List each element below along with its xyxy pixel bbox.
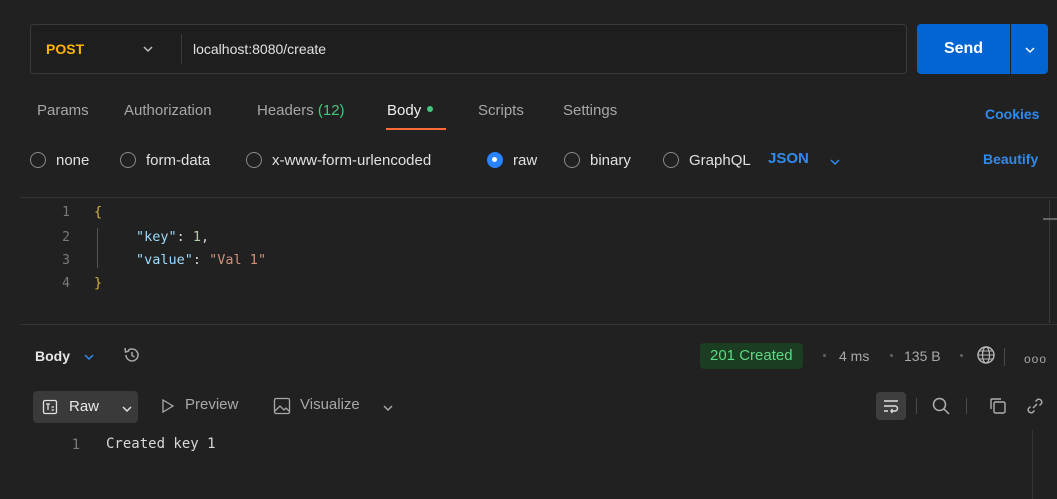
line-number: 2 [62, 230, 70, 245]
response-scrollbar-track [1032, 430, 1033, 499]
chevron-down-icon[interactable] [828, 155, 842, 169]
search-icon[interactable] [931, 396, 951, 416]
body-type-none[interactable]: none [30, 150, 89, 170]
line-number: 1 [62, 205, 70, 220]
view-mode-label: Raw [69, 398, 100, 415]
json-colon: : [192, 252, 210, 268]
body-type-urlencoded[interactable]: x-www-form-urlencoded [246, 150, 431, 170]
json-key: "value" [136, 252, 193, 268]
response-time[interactable]: 4 ms [839, 348, 869, 364]
radio-button[interactable] [30, 152, 46, 168]
separator-dot [960, 354, 963, 357]
language-selector[interactable]: JSON [768, 150, 809, 167]
body-type-binary[interactable]: binary [564, 150, 631, 170]
code-line-1: { [94, 204, 102, 220]
json-string: "Val 1" [209, 252, 267, 268]
body-type-raw[interactable]: raw [487, 150, 537, 170]
divider [966, 398, 967, 414]
radio-label: binary [590, 151, 631, 169]
tab-label: Settings [563, 102, 618, 119]
method-selector[interactable]: POST [46, 25, 84, 73]
wrap-lines-button[interactable] [876, 392, 906, 420]
radio-button[interactable] [564, 152, 580, 168]
code-line-2: "key": 1, [136, 229, 209, 245]
tab-authorization[interactable]: Authorization [124, 102, 212, 122]
tab-body[interactable]: Body [387, 102, 434, 122]
line-number: 4 [62, 276, 70, 291]
radio-button[interactable] [120, 152, 136, 168]
copy-icon[interactable] [988, 396, 1008, 416]
code-line-3: "value": "Val 1" [136, 252, 266, 268]
chevron-down-icon[interactable] [141, 42, 155, 56]
json-key: "key" [136, 229, 177, 245]
tab-label: Body [387, 102, 422, 119]
code-line-4: } [94, 275, 102, 291]
radio-button[interactable] [663, 152, 679, 168]
raw-text-icon [42, 399, 58, 415]
body-type-graphql[interactable]: GraphQL [663, 150, 751, 170]
separator-dot [890, 354, 893, 357]
play-icon[interactable] [160, 398, 176, 414]
line-number: 1 [71, 437, 80, 453]
radio-button[interactable] [246, 152, 262, 168]
response-section-selector[interactable]: Body [35, 348, 70, 364]
close-brace: } [94, 275, 103, 291]
headers-count: (12) [317, 102, 345, 119]
response-size[interactable]: 135 B [904, 348, 941, 364]
tab-scripts[interactable]: Scripts [478, 102, 524, 122]
visualize-button[interactable]: Visualize [300, 396, 360, 413]
open-brace: { [94, 204, 103, 220]
tab-label: Scripts [478, 102, 524, 119]
tab-headers[interactable]: Headers (12) [257, 102, 345, 122]
more-options-button[interactable]: ooo [1024, 352, 1047, 366]
tab-params[interactable]: Params [37, 102, 89, 122]
wrap-icon [884, 400, 899, 414]
radio-label: none [56, 151, 90, 169]
chevron-down-icon [1025, 47, 1035, 54]
url-bar: POST [30, 24, 907, 74]
radio-button-selected[interactable] [487, 152, 503, 168]
image-icon[interactable] [273, 397, 291, 415]
radio-label: x-www-form-urlencoded [272, 151, 432, 169]
chevron-down-icon[interactable] [382, 402, 394, 414]
cookies-link[interactable]: Cookies [985, 106, 1039, 122]
url-divider [181, 34, 182, 64]
status-badge[interactable]: 201 Created [700, 343, 803, 369]
send-button[interactable]: Send [917, 24, 1010, 74]
json-comma: , [201, 229, 210, 245]
view-mode-selector[interactable]: Raw [33, 391, 138, 423]
line-number: 3 [62, 253, 70, 268]
body-indicator-dot [427, 106, 434, 113]
radio-label: GraphQL [689, 151, 751, 169]
body-type-form-data[interactable]: form-data [120, 150, 210, 170]
preview-button[interactable]: Preview [185, 396, 238, 413]
divider [1004, 348, 1005, 366]
history-icon[interactable] [122, 345, 142, 365]
tab-settings[interactable]: Settings [563, 102, 617, 122]
chevron-down-icon [122, 406, 132, 413]
response-body-text[interactable]: Created key 1 [106, 436, 216, 452]
send-options-button[interactable] [1011, 24, 1048, 74]
active-tab-underline [386, 128, 446, 130]
beautify-link[interactable]: Beautify [983, 151, 1038, 167]
json-number: 1 [192, 229, 202, 245]
radio-label: form-data [146, 151, 211, 169]
tab-label: Authorization [124, 102, 212, 119]
separator-dot [823, 354, 826, 357]
url-input[interactable] [193, 34, 893, 64]
indent-guide [97, 228, 98, 268]
tab-label: Params [37, 102, 89, 119]
json-colon: : [176, 229, 193, 245]
tab-label: Headers [257, 102, 314, 119]
chevron-down-icon[interactable] [82, 350, 96, 364]
globe-icon[interactable] [976, 345, 996, 365]
link-icon[interactable] [1025, 396, 1045, 416]
divider [916, 398, 917, 414]
editor-scroll-marker[interactable] [1043, 218, 1057, 220]
radio-label: raw [513, 151, 538, 169]
